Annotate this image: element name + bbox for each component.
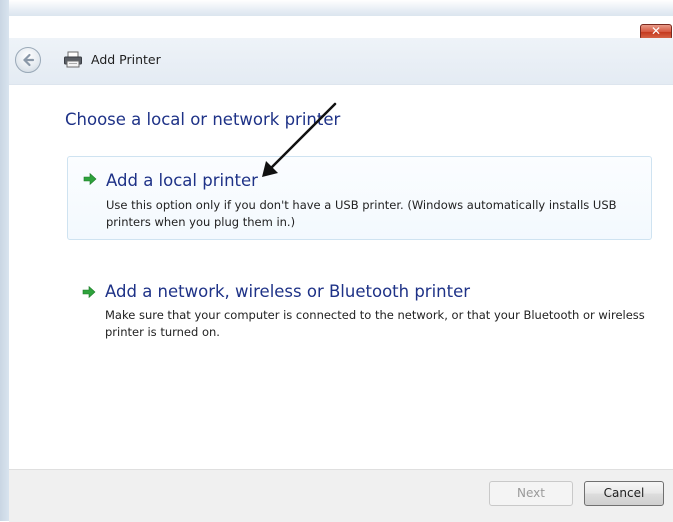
option-description: Make sure that your computer is connecte…: [105, 308, 645, 339]
back-arrow-icon: [23, 53, 35, 67]
option-title: Add a network, wireless or Bluetooth pri…: [105, 282, 471, 301]
option-add-local-printer[interactable]: Add a local printer Use this option only…: [67, 156, 652, 240]
option-add-network-printer[interactable]: Add a network, wireless or Bluetooth pri…: [67, 272, 652, 352]
option-description: Use this option only if you don't have a…: [106, 198, 617, 229]
page-heading: Choose a local or network printer: [65, 110, 341, 129]
green-arrow-icon: [83, 172, 97, 186]
wizard-footer: [9, 469, 673, 522]
window-frame-left: [0, 0, 9, 521]
back-button[interactable]: [15, 47, 41, 73]
printer-icon: [64, 51, 82, 68]
next-button[interactable]: Next: [489, 481, 573, 506]
cancel-button[interactable]: Cancel: [584, 481, 664, 506]
add-printer-window: ✕ Add Printer Choose a local or network …: [0, 0, 673, 522]
close-icon: ✕: [650, 24, 662, 38]
window-title: Add Printer: [91, 52, 161, 67]
option-title: Add a local printer: [106, 171, 258, 190]
window-frame-top: [0, 0, 673, 16]
green-arrow-icon: [82, 285, 96, 299]
